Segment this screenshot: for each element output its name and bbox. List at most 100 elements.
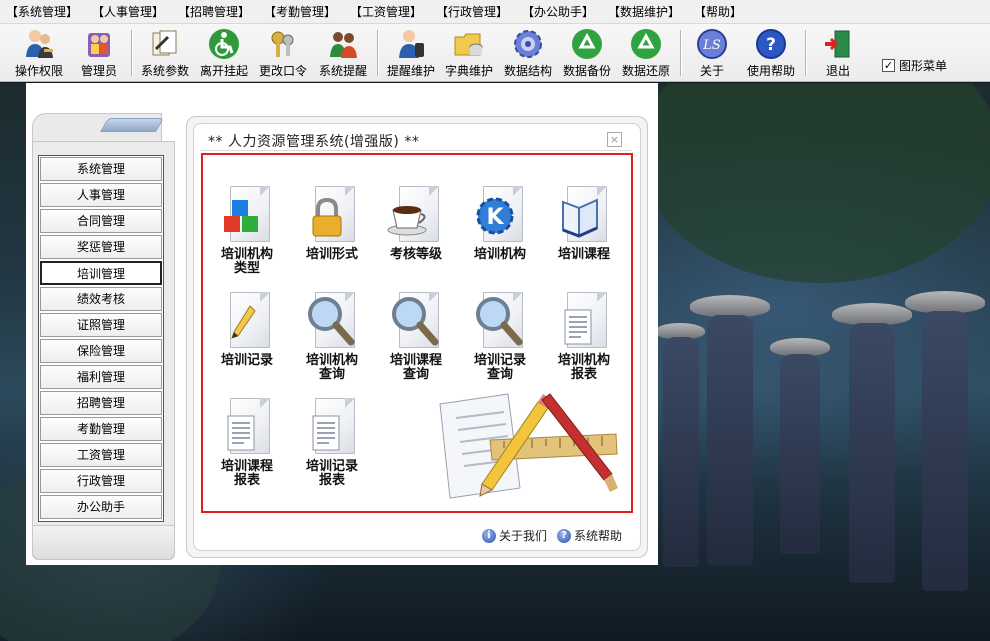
data-backup-button[interactable]: 数据备份 <box>558 26 616 80</box>
admin-button[interactable]: 管理员 <box>72 26 126 80</box>
close-button[interactable]: × <box>607 132 622 147</box>
app-training-course-query[interactable]: 培训课程 查询 <box>376 292 456 382</box>
menu-attendance[interactable]: 【考勤管理】 <box>262 0 338 24</box>
reminder-maintenance-button[interactable]: 提醒维护 <box>382 26 440 80</box>
nav-item-insurance[interactable]: 保险管理 <box>40 339 162 363</box>
exit-button[interactable]: 退出 <box>814 26 862 80</box>
toolbar-separator <box>680 30 682 76</box>
app-training-org-query[interactable]: 培训机构 查询 <box>292 292 372 382</box>
tree-foliage <box>640 83 990 283</box>
usage-help-button[interactable]: ? 使用帮助 <box>742 26 800 80</box>
graphic-menu-label: 图形菜单 <box>899 59 948 73</box>
magnifier-icon <box>308 297 355 346</box>
app-label: 培训机构 报表 <box>557 353 610 382</box>
menu-salary[interactable]: 【工资管理】 <box>348 0 424 24</box>
nav-item-admin[interactable]: 行政管理 <box>40 469 162 493</box>
document-icon <box>559 186 609 244</box>
menu-help[interactable]: 【帮助】 <box>692 0 744 24</box>
menu-personnel[interactable]: 【人事管理】 <box>90 0 166 24</box>
toolbar-label: 操作权限 <box>14 64 63 78</box>
about-us-link[interactable]: i 关于我们 <box>482 527 547 544</box>
toolbar-label: 提醒维护 <box>386 64 435 78</box>
graphic-menu-toggle[interactable]: ✓ 图形菜单 <box>882 57 947 74</box>
toolbar-label: 数据还原 <box>621 64 670 78</box>
nav-item-salary[interactable]: 工资管理 <box>40 443 162 467</box>
left-nav-body: 系统管理 人事管理 合同管理 奖惩管理 培训管理 绩效考核 证照管理 保险管理 … <box>32 141 175 560</box>
system-reminder-button[interactable]: 系统提醒 <box>314 26 372 80</box>
app-training-course[interactable]: 培训课程 <box>544 186 624 262</box>
document-icon: K <box>475 186 525 244</box>
cubes-icon <box>224 200 258 232</box>
document-icon <box>391 292 441 350</box>
app-training-record[interactable]: 培训记录 <box>207 292 287 368</box>
app-training-record-query[interactable]: 培训记录 查询 <box>460 292 540 382</box>
app-training-form[interactable]: 培训形式 <box>292 186 372 262</box>
toolbar-label: 关于 <box>699 64 724 78</box>
app-training-org[interactable]: K 培训机构 <box>460 186 540 262</box>
toolbar-separator <box>377 30 379 76</box>
nav-item-attendance[interactable]: 考勤管理 <box>40 417 162 441</box>
app-label: 培训课程 报表 <box>220 459 273 488</box>
app-assessment-level[interactable]: 考核等级 <box>376 186 456 262</box>
suspend-button[interactable]: 离开挂起 <box>196 26 252 80</box>
menu-system[interactable]: 【系统管理】 <box>4 0 80 24</box>
toolbar-label: 系统提醒 <box>318 64 367 78</box>
app-training-record-report[interactable]: 培训记录 报表 <box>292 398 372 488</box>
users-key-icon <box>26 30 53 58</box>
about-icon: i <box>482 528 496 543</box>
nav-item-contract[interactable]: 合同管理 <box>40 209 162 233</box>
app-label: 培训记录 报表 <box>305 459 358 488</box>
app-label: 培训课程 查询 <box>389 353 442 382</box>
content-title: ** 人力资源管理系统(增强版) ** <box>208 134 420 150</box>
system-help-link[interactable]: ? 系统帮助 <box>557 527 622 544</box>
menu-data[interactable]: 【数据维护】 <box>606 0 682 24</box>
app-label: 培训课程 <box>557 247 610 262</box>
nav-item-system[interactable]: 系统管理 <box>40 157 162 181</box>
nav-item-personnel[interactable]: 人事管理 <box>40 183 162 207</box>
nav-item-recruitment[interactable]: 招聘管理 <box>40 391 162 415</box>
change-password-button[interactable]: 更改口令 <box>255 26 311 80</box>
menu-recruitment[interactable]: 【招聘管理】 <box>176 0 252 24</box>
magnifier-icon <box>392 297 439 346</box>
data-restore-button[interactable]: 数据还原 <box>617 26 675 80</box>
nav-item-welfare[interactable]: 福利管理 <box>40 365 162 389</box>
toolbar-label: 离开挂起 <box>199 64 248 78</box>
pencil-doc-icon <box>231 305 256 339</box>
left-nav-tab-flap <box>99 118 165 132</box>
graphic-menu-checkbox[interactable]: ✓ <box>882 59 895 72</box>
nav-item-performance[interactable]: 绩效考核 <box>40 287 162 311</box>
report-doc-icon <box>564 309 592 345</box>
menu-admin[interactable]: 【行政管理】 <box>434 0 510 24</box>
coffee-cup-icon <box>387 206 427 236</box>
toolbar-separator <box>131 30 133 76</box>
app-label: 培训机构 <box>473 247 526 262</box>
footer-links: i 关于我们 ? 系统帮助 <box>482 527 622 544</box>
document-icon <box>222 186 272 244</box>
toolbar-label: 管理员 <box>80 64 117 78</box>
document-icon <box>307 292 357 350</box>
left-nav-bar: 系统管理 人事管理 合同管理 奖惩管理 培训管理 绩效考核 证照管理 保险管理 … <box>32 113 175 560</box>
system-params-button[interactable]: 系统参数 <box>138 26 192 80</box>
dictionary-button[interactable]: 字典维护 <box>440 26 498 80</box>
help-icon: ? <box>557 528 572 543</box>
toolbar-label: 系统参数 <box>140 64 189 78</box>
app-label: 培训机构 类型 <box>220 247 273 276</box>
nav-item-rewards[interactable]: 奖惩管理 <box>40 235 162 259</box>
app-training-org-report[interactable]: 培训机构 报表 <box>544 292 624 382</box>
app-training-org-type[interactable]: 培训机构 类型 <box>207 186 287 276</box>
permissions-button[interactable]: 操作权限 <box>10 26 68 80</box>
nav-item-office[interactable]: 办公助手 <box>40 495 162 519</box>
svg-text:LS: LS <box>702 38 721 53</box>
document-icon <box>307 398 357 456</box>
report-doc-icon <box>312 415 340 451</box>
nav-item-training[interactable]: 培训管理 <box>40 261 162 285</box>
about-button[interactable]: LS 关于 <box>688 26 736 80</box>
menu-office[interactable]: 【办公助手】 <box>520 0 596 24</box>
toolbar-label: 字典维护 <box>444 64 493 78</box>
document-icon <box>307 186 357 244</box>
toolbar-separator <box>805 30 807 76</box>
data-structure-button[interactable]: 数据结构 <box>499 26 557 80</box>
nav-item-certificates[interactable]: 证照管理 <box>40 313 162 337</box>
toolbar-label: 更改口令 <box>258 64 307 78</box>
app-training-course-report[interactable]: 培训课程 报表 <box>207 398 287 488</box>
